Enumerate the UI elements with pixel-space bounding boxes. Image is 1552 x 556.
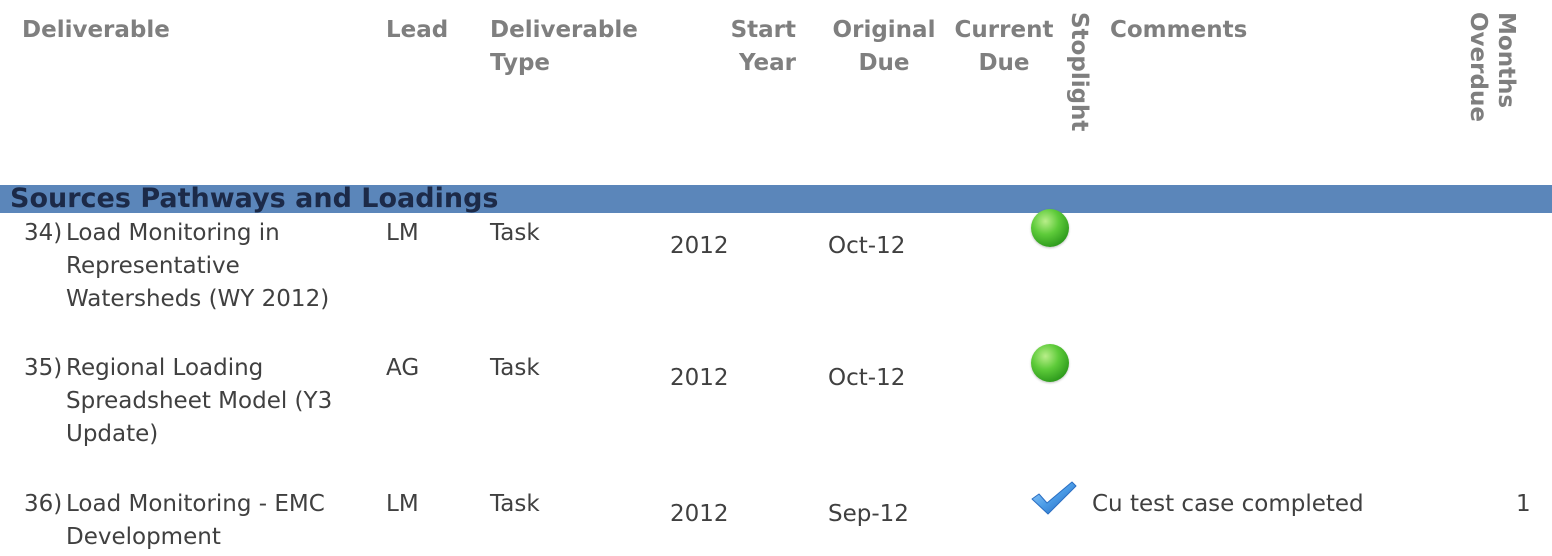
type-cell: Task	[490, 220, 540, 246]
header-start-year-line2: Year	[738, 50, 796, 76]
start-year-cell: 2012	[670, 233, 729, 259]
header-original-due-line2: Due	[858, 50, 910, 76]
header-current-due-line1: Current	[954, 17, 1054, 43]
deliverable-line: Load Monitoring in	[66, 220, 280, 246]
header-deliverable-type-line2: Type	[490, 50, 551, 76]
row-number: 34)	[24, 220, 63, 246]
deliverable-line: Update)	[66, 421, 159, 447]
header-months-overdue-line2: Overdue	[1465, 12, 1491, 122]
row-number: 36)	[24, 491, 63, 517]
green-status-icon	[1031, 344, 1069, 382]
header-lead: Lead	[386, 17, 449, 43]
deliverable-line: Spreadsheet Model (Y3	[66, 388, 333, 414]
deliverable-line: Development	[66, 524, 221, 550]
deliverable-line: Regional Loading	[66, 355, 264, 381]
deliverable-line: Representative	[66, 253, 240, 279]
months-overdue-cell: 1	[1516, 491, 1531, 517]
header-original-due-line1: Original	[832, 17, 936, 43]
lead-cell: LM	[386, 220, 419, 246]
deliverable-name: Regional Loading Spreadsheet Model (Y3 U…	[66, 352, 332, 451]
section-header: Sources Pathways and Loadings	[0, 185, 1552, 213]
header-current-due: Current Due	[952, 14, 1056, 80]
green-status-icon	[1031, 209, 1069, 247]
original-due-cell: Oct-12	[828, 365, 906, 391]
row-number: 35)	[24, 355, 63, 381]
header-deliverable: Deliverable	[22, 17, 170, 43]
deliverable-name: Load Monitoring - EMC Development	[66, 488, 325, 554]
original-due-cell: Sep-12	[828, 501, 909, 527]
start-year-cell: 2012	[670, 365, 729, 391]
header-start-year-line1: Start	[730, 17, 796, 43]
deliverable-name: Load Monitoring in Representative Waters…	[66, 217, 329, 316]
start-year-cell: 2012	[670, 501, 729, 527]
header-original-due: Original Due	[826, 14, 942, 80]
type-cell: Task	[490, 491, 540, 517]
section-title: Sources Pathways and Loadings	[10, 185, 499, 213]
header-current-due-line2: Due	[978, 50, 1030, 76]
header-comments: Comments	[1110, 17, 1248, 43]
header-stoplight: Stoplight	[1066, 12, 1092, 132]
type-cell: Task	[490, 355, 540, 381]
header-months-overdue-line1: Months	[1493, 12, 1519, 109]
original-due-cell: Oct-12	[828, 233, 906, 259]
checkmark-icon	[1031, 481, 1077, 515]
deliverable-line: Watersheds (WY 2012)	[66, 286, 330, 312]
lead-cell: LM	[386, 491, 419, 517]
deliverable-line: Load Monitoring - EMC	[66, 491, 325, 517]
header-months-overdue: Months Overdue	[1464, 12, 1520, 122]
header-deliverable-type: Deliverable Type	[490, 14, 638, 80]
header-start-year: Start Year	[700, 14, 796, 80]
lead-cell: AG	[386, 355, 420, 381]
comments-cell: Cu test case completed	[1092, 491, 1364, 517]
header-deliverable-type-line1: Deliverable	[490, 17, 638, 43]
